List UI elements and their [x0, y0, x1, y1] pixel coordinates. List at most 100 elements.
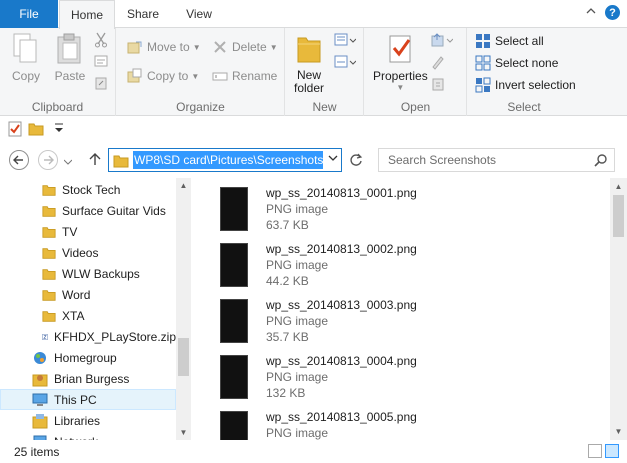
copy-button[interactable]: Copy	[10, 32, 42, 83]
file-size: 35.7 KB	[266, 330, 309, 344]
nav-item-label: KFHDX_PLayStore.zip	[53, 329, 176, 344]
search-icon[interactable]	[594, 153, 608, 167]
search-placeholder: Search Screenshots	[388, 153, 497, 167]
navigation-pane: Stock Tech Surface Guitar Vids TV Videos…	[0, 178, 191, 449]
open-group: Properties ▼ Open	[365, 28, 467, 116]
nav-item-label: Surface Guitar Vids	[62, 203, 166, 218]
scroll-down-arrow-icon[interactable]: ▼	[176, 428, 191, 437]
file-size: 63.7 KB	[266, 218, 309, 232]
file-type: PNG image	[266, 314, 329, 328]
file-name: wp_ss_20140813_0004.png	[266, 354, 417, 368]
details-view-icon[interactable]	[588, 444, 602, 458]
folder-icon	[42, 184, 56, 196]
scroll-up-arrow-icon[interactable]: ▲	[176, 181, 191, 190]
file-thumbnail	[220, 243, 248, 287]
file-name: wp_ss_20140813_0002.png	[266, 242, 417, 256]
new-folder-button[interactable]: New folder	[294, 32, 324, 95]
folder-icon	[42, 226, 56, 238]
recent-locations-icon[interactable]	[63, 155, 73, 169]
nav-item-kfhdx-playstore-zip[interactable]: KFHDX_PLayStore.zip	[0, 326, 176, 347]
delete-button[interactable]: Delete ▼	[212, 37, 278, 57]
new-group: New folder New	[286, 28, 364, 116]
edit-icon[interactable]	[431, 54, 445, 73]
move-to-button[interactable]: Move to ▼	[127, 37, 201, 57]
nav-item-surface-guitar-vids[interactable]: Surface Guitar Vids	[0, 200, 176, 221]
nav-pane-scroll-thumb[interactable]	[178, 338, 189, 376]
address-path[interactable]: WP8\SD card\Pictures\Screenshots	[133, 151, 323, 169]
copy-to-button[interactable]: Copy to ▼	[127, 66, 199, 86]
forward-button[interactable]	[38, 150, 58, 170]
select-all-button[interactable]: Select all	[475, 31, 544, 51]
delete-x-icon	[214, 41, 226, 53]
paste-shortcut-icon[interactable]	[94, 76, 108, 93]
file-type: PNG image	[266, 426, 329, 440]
properties-qat-icon[interactable]	[7, 121, 23, 140]
scroll-down-arrow-icon[interactable]: ▼	[610, 427, 627, 436]
easy-access-icon[interactable]	[334, 54, 357, 73]
tab-file[interactable]: File	[0, 0, 58, 28]
history-icon[interactable]	[431, 76, 445, 95]
nav-item-word[interactable]: Word	[0, 284, 176, 305]
nav-item-videos[interactable]: Videos	[0, 242, 176, 263]
paste-button[interactable]: Paste	[54, 32, 86, 83]
nav-item-label: Brian Burgess	[54, 371, 130, 386]
list-item[interactable]: wp_ss_20140813_0001.png PNG image 63.7 K…	[192, 181, 592, 237]
customize-qat-icon[interactable]	[54, 122, 64, 139]
refresh-button[interactable]	[346, 150, 366, 170]
search-box[interactable]: Search Screenshots	[378, 148, 615, 172]
properties-button[interactable]: Properties ▼	[373, 32, 428, 92]
copy-path-icon[interactable]	[94, 54, 108, 71]
open-icon[interactable]	[431, 32, 454, 51]
back-button[interactable]	[9, 150, 29, 170]
rename-button[interactable]: Rename	[212, 66, 277, 86]
list-item[interactable]: wp_ss_20140813_0004.png PNG image 132 KB	[192, 349, 592, 405]
tab-home[interactable]: Home	[59, 0, 115, 29]
nav-item-label: Word	[62, 287, 91, 302]
address-bar[interactable]: WP8\SD card\Pictures\Screenshots	[108, 148, 342, 172]
copy-label: Copy	[11, 69, 40, 83]
new-item-icon[interactable]	[334, 32, 357, 51]
folder-icon	[42, 268, 56, 280]
tab-view[interactable]: View	[172, 0, 226, 28]
file-list-scroll-thumb[interactable]	[613, 195, 624, 237]
back-arrow-icon	[13, 155, 23, 165]
invert-selection-button[interactable]: Invert selection	[475, 75, 576, 95]
nav-item-stock-tech[interactable]: Stock Tech	[0, 179, 176, 200]
nav-item-brian-burgess[interactable]: Brian Burgess	[0, 368, 176, 389]
nav-item-label: Videos	[62, 245, 99, 260]
nav-item-homegroup[interactable]: Homegroup	[0, 347, 176, 368]
list-item[interactable]: wp_ss_20140813_0005.png PNG image	[192, 405, 592, 440]
new-folder-qat-icon[interactable]	[28, 121, 44, 140]
nav-item-this-pc[interactable]: This PC	[0, 389, 176, 410]
cut-icon[interactable]	[94, 32, 108, 51]
list-item[interactable]: wp_ss_20140813_0002.png PNG image 44.2 K…	[192, 237, 592, 293]
clipboard-group-label: Clipboard	[31, 100, 84, 114]
minimize-ribbon-chevron-icon[interactable]	[586, 6, 596, 19]
new-group-label: New	[312, 100, 337, 114]
properties-icon	[389, 35, 411, 63]
nav-item-tv[interactable]: TV	[0, 221, 176, 242]
scroll-up-arrow-icon[interactable]: ▲	[610, 182, 627, 191]
item-count: 25 items	[14, 444, 60, 459]
rename-label: Rename	[232, 69, 278, 83]
select-group: Select all Select none Invert selection …	[468, 28, 580, 116]
nav-item-wlw-backups[interactable]: WLW Backups	[0, 263, 176, 284]
ribbon-tabs: File Home Share View ?	[0, 0, 627, 29]
file-type: PNG image	[266, 370, 329, 384]
nav-pane-scrollbar[interactable]: ▲ ▼	[176, 178, 191, 440]
help-icon[interactable]: ?	[605, 5, 620, 20]
nav-item-label: Libraries	[54, 413, 101, 428]
homegroup-icon	[34, 351, 46, 364]
organize-group: Move to ▼ Delete ▼ Copy to ▼ Rename Organiz…	[117, 28, 285, 116]
up-button[interactable]	[88, 152, 102, 169]
list-item[interactable]: wp_ss_20140813_0003.png PNG image 35.7 K…	[192, 293, 592, 349]
nav-item-libraries[interactable]: Libraries	[0, 410, 176, 431]
select-none-label: Select none	[495, 56, 559, 70]
clipboard-group: Copy Paste Clipboard	[0, 28, 116, 116]
nav-item-xta[interactable]: XTA	[0, 305, 176, 326]
file-list-scrollbar[interactable]: ▲ ▼	[610, 178, 627, 440]
address-dropdown-icon[interactable]	[328, 153, 338, 166]
select-none-button[interactable]: Select none	[475, 53, 558, 73]
tab-share[interactable]: Share	[117, 0, 169, 28]
tiles-view-icon[interactable]	[605, 444, 619, 458]
